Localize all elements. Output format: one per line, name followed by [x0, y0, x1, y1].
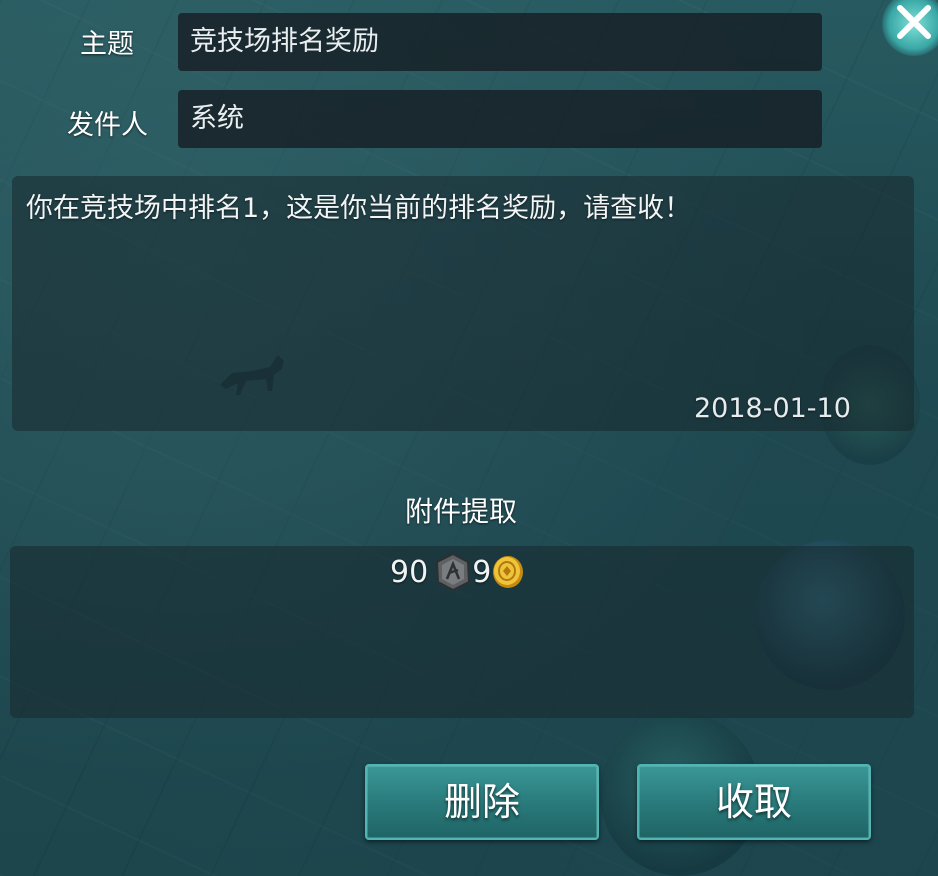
close-icon — [897, 5, 931, 39]
gold-coin-icon — [493, 556, 524, 588]
reward-amount: 9 — [472, 554, 492, 590]
sender-field: 系统 — [178, 90, 822, 148]
subject-label: 主题 — [80, 29, 134, 60]
subject-field: 竞技场排名奖励 — [178, 13, 822, 71]
collect-button[interactable]: 收取 — [637, 764, 871, 840]
mail-date: 2018-01-10 — [694, 393, 851, 424]
silver-coin-icon — [436, 552, 471, 592]
attachment-title: 附件提取 — [404, 495, 517, 528]
attachment-rewards: 90 9 — [390, 550, 525, 594]
delete-button[interactable]: 删除 — [365, 764, 599, 840]
mail-body-text: 你在竞技场中排名1，这是你当前的排名奖励，请查收！ — [26, 193, 692, 224]
reward-amount: 90 — [390, 554, 429, 590]
sender-label: 发件人 — [67, 110, 148, 141]
